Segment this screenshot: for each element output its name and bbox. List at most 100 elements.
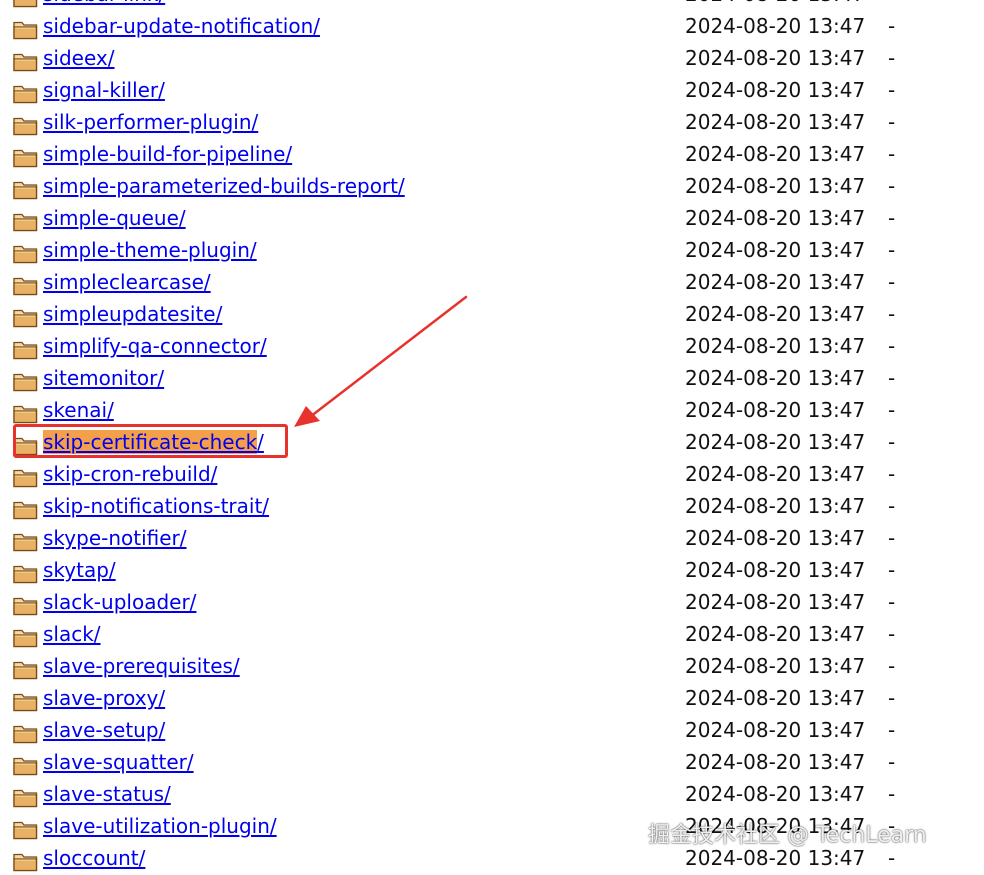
entry-size: -: [888, 654, 896, 678]
folder-icon: [13, 277, 38, 296]
last-modified: 2024-08-20 13:47: [685, 302, 866, 326]
entry-link[interactable]: simpleupdatesite/: [43, 301, 222, 327]
entry-link[interactable]: simpleclearcase/: [43, 269, 211, 295]
listing-row: sidebar-update-notification/ 2024-08-20 …: [0, 10, 984, 42]
entry-size: -: [888, 46, 896, 70]
last-modified: 2024-08-20 13:47: [685, 782, 866, 806]
listing-row: sidebar-link/ 2024-08-20 13:47 -: [0, 0, 984, 10]
listing-row: slave-prerequisites/ 2024-08-20 13:47 -: [0, 650, 984, 682]
folder-icon: [13, 437, 38, 456]
entry-size: -: [888, 14, 896, 38]
entry-link[interactable]: slack/: [43, 621, 101, 647]
entry-link[interactable]: sideex/: [43, 45, 115, 71]
highlighted-text: skip-certificate-check: [43, 430, 258, 454]
last-modified: 2024-08-20 13:47: [685, 622, 866, 646]
link-suffix: /: [257, 430, 264, 454]
last-modified: 2024-08-20 13:47: [685, 462, 866, 486]
entry-link[interactable]: simple-parameterized-builds-report/: [43, 173, 405, 199]
entry-size: -: [888, 590, 896, 614]
entry-size: -: [888, 494, 896, 518]
entry-size: -: [888, 462, 896, 486]
listing-row: sitemonitor/ 2024-08-20 13:47 -: [0, 362, 984, 394]
entry-link[interactable]: skip-notifications-trait/: [43, 493, 269, 519]
last-modified: 2024-08-20 13:47: [685, 110, 866, 134]
entry-size: -: [888, 430, 896, 454]
listing-row: simple-build-for-pipeline/ 2024-08-20 13…: [0, 138, 984, 170]
last-modified: 2024-08-20 13:47: [685, 142, 866, 166]
folder-icon: [13, 469, 38, 488]
last-modified: 2024-08-20 13:47: [685, 846, 866, 870]
entry-link[interactable]: sidebar-link/: [43, 0, 165, 7]
entry-link[interactable]: slave-setup/: [43, 717, 165, 743]
folder-icon: [13, 693, 38, 712]
listing-row: silk-performer-plugin/ 2024-08-20 13:47 …: [0, 106, 984, 138]
folder-icon: [13, 117, 38, 136]
entry-link[interactable]: simple-queue/: [43, 205, 186, 231]
listing-row: simpleclearcase/ 2024-08-20 13:47 -: [0, 266, 984, 298]
entry-size: -: [888, 110, 896, 134]
entry-link[interactable]: simple-theme-plugin/: [43, 237, 257, 263]
folder-icon: [13, 853, 38, 872]
entry-size: -: [888, 334, 896, 358]
entry-link[interactable]: sitemonitor/: [43, 365, 164, 391]
entry-size: -: [888, 622, 896, 646]
listing-row: signal-killer/ 2024-08-20 13:47 -: [0, 74, 984, 106]
last-modified: 2024-08-20 13:47: [685, 0, 865, 7]
entry-link[interactable]: skenai/: [43, 397, 114, 423]
entry-link[interactable]: skip-cron-rebuild/: [43, 461, 217, 487]
listing-row: slave-utilization-plugin/ 2024-08-20 13:…: [0, 810, 984, 842]
entry-link[interactable]: slave-squatter/: [43, 749, 194, 775]
last-modified: 2024-08-20 13:47: [685, 270, 866, 294]
entry-size: -: [888, 750, 896, 774]
entry-link[interactable]: simplify-qa-connector/: [43, 333, 267, 359]
entry-link[interactable]: slave-prerequisites/: [43, 653, 240, 679]
folder-icon: [13, 0, 38, 8]
entry-link[interactable]: skytap/: [43, 557, 116, 583]
entry-link[interactable]: sloccount/: [43, 845, 145, 871]
last-modified: 2024-08-20 13:47: [685, 526, 866, 550]
entry-link[interactable]: slave-status/: [43, 781, 171, 807]
folder-icon: [13, 629, 38, 648]
folder-icon: [13, 757, 38, 776]
last-modified: 2024-08-20 13:47: [685, 46, 866, 70]
entry-size: -: [888, 174, 896, 198]
folder-icon: [13, 53, 38, 72]
entry-size: -: [888, 846, 896, 870]
entry-link[interactable]: skype-notifier/: [43, 525, 187, 551]
entry-link[interactable]: sidebar-update-notification/: [43, 13, 320, 39]
entry-size: -: [888, 270, 896, 294]
entry-link[interactable]: simple-build-for-pipeline/: [43, 141, 292, 167]
last-modified: 2024-08-20 13:47: [685, 590, 866, 614]
listing-row: skenai/ 2024-08-20 13:47 -: [0, 394, 984, 426]
entry-size: -: [888, 782, 896, 806]
folder-icon: [13, 789, 38, 808]
listing-row: slack-uploader/ 2024-08-20 13:47 -: [0, 586, 984, 618]
entry-size: -: [888, 142, 896, 166]
entry-size: -: [888, 398, 896, 422]
folder-icon: [13, 309, 38, 328]
last-modified: 2024-08-20 13:47: [685, 366, 866, 390]
last-modified: 2024-08-20 13:47: [685, 654, 866, 678]
entry-size: -: [888, 366, 896, 390]
last-modified: 2024-08-20 13:47: [685, 78, 866, 102]
listing-row: skytap/ 2024-08-20 13:47 -: [0, 554, 984, 586]
folder-icon: [13, 565, 38, 584]
last-modified: 2024-08-20 13:47: [685, 494, 866, 518]
entry-link[interactable]: slave-proxy/: [43, 685, 165, 711]
folder-icon: [13, 405, 38, 424]
folder-icon: [13, 533, 38, 552]
entry-size: -: [888, 78, 896, 102]
entry-link[interactable]: signal-killer/: [43, 77, 165, 103]
last-modified: 2024-08-20 13:47: [685, 686, 866, 710]
entry-link[interactable]: skip-certificate-check/: [43, 429, 264, 455]
entry-link[interactable]: slave-utilization-plugin/: [43, 813, 277, 839]
entry-link[interactable]: silk-performer-plugin/: [43, 109, 258, 135]
listing-row: slave-setup/ 2024-08-20 13:47 -: [0, 714, 984, 746]
listing-row: slack/ 2024-08-20 13:47 -: [0, 618, 984, 650]
last-modified: 2024-08-20 13:47: [685, 814, 866, 838]
entry-size: -: [888, 558, 896, 582]
last-modified: 2024-08-20 13:47: [685, 238, 866, 262]
listing-row: skip-cron-rebuild/ 2024-08-20 13:47 -: [0, 458, 984, 490]
entry-link[interactable]: slack-uploader/: [43, 589, 196, 615]
listing-row: sideex/ 2024-08-20 13:47 -: [0, 42, 984, 74]
